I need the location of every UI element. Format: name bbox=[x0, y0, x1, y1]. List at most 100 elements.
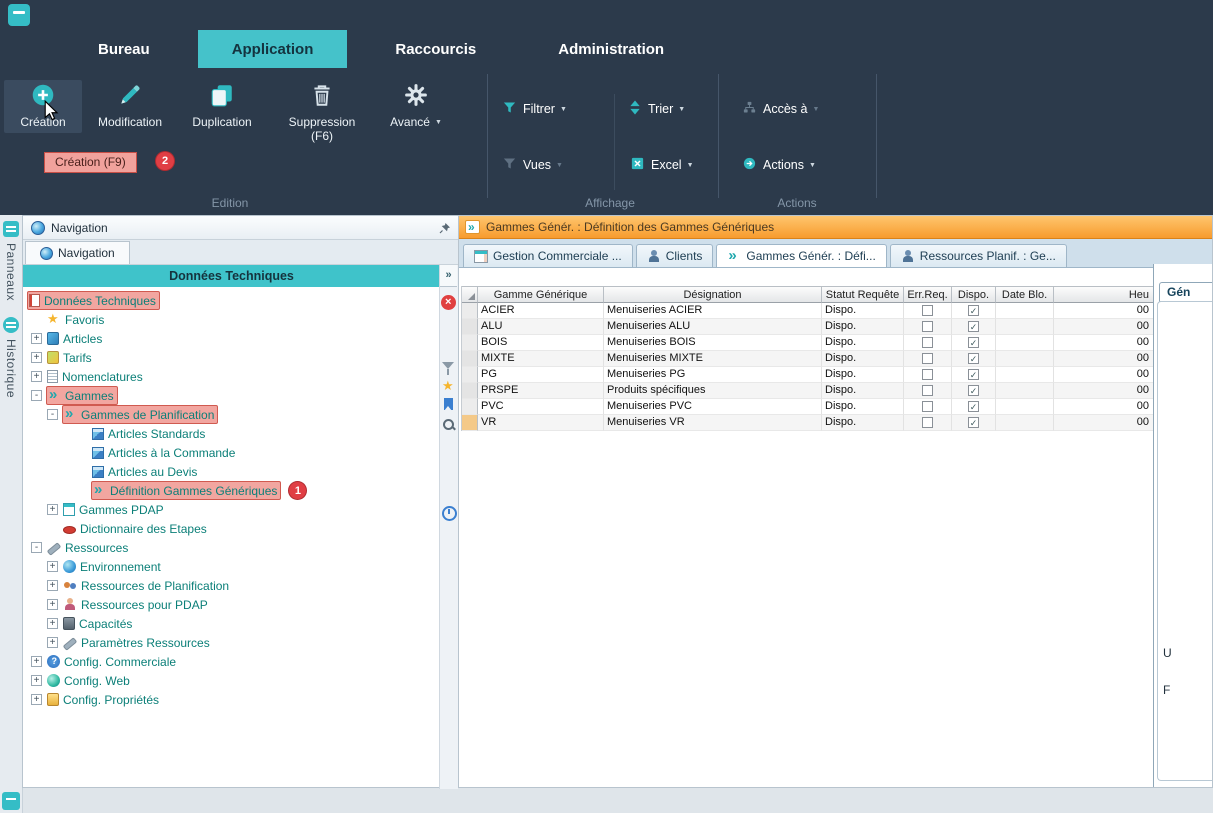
tree-item[interactable]: Dictionnaire des Etapes bbox=[23, 519, 440, 538]
tree-expander[interactable]: + bbox=[31, 694, 42, 705]
tree-expander[interactable]: + bbox=[31, 371, 42, 382]
modification-button[interactable]: Modification bbox=[86, 80, 174, 129]
document-tab[interactable]: Ressources Planif. : Ge... bbox=[890, 244, 1067, 267]
panneaux-vertical-tab[interactable]: Panneaux bbox=[0, 215, 22, 311]
table-row[interactable]: MIXTEMenuiseries MIXTEDispo.✓00 bbox=[462, 351, 1154, 367]
dispo-checkbox[interactable]: ✓ bbox=[968, 353, 979, 364]
dispo-checkbox[interactable]: ✓ bbox=[968, 337, 979, 348]
tree-item[interactable]: +Articles bbox=[23, 329, 440, 348]
tree-expander[interactable]: - bbox=[47, 409, 58, 420]
grid-header-gamme-g-n-rique[interactable]: Gamme Générique bbox=[478, 286, 604, 303]
tree-expander[interactable]: + bbox=[47, 580, 58, 591]
table-row[interactable]: BOISMenuiseries BOISDispo.✓00 bbox=[462, 335, 1154, 351]
search-icon[interactable] bbox=[441, 417, 456, 432]
tree-expander[interactable]: + bbox=[47, 618, 58, 629]
err-req-checkbox[interactable] bbox=[922, 305, 933, 316]
history-icon[interactable] bbox=[441, 505, 456, 520]
table-row[interactable]: ACIERMenuiseries ACIERDispo.✓00 bbox=[462, 303, 1154, 319]
suppression-button[interactable]: Suppression (F6) bbox=[272, 80, 372, 143]
tree-item[interactable]: Favoris bbox=[23, 310, 440, 329]
document-tab[interactable]: Gestion Commerciale ... bbox=[463, 244, 633, 267]
tree-expander[interactable]: + bbox=[47, 561, 58, 572]
collapse-chevrons-icon[interactable]: » bbox=[440, 265, 457, 287]
tree-expander[interactable]: + bbox=[47, 637, 58, 648]
dispo-checkbox[interactable]: ✓ bbox=[968, 401, 979, 412]
table-row[interactable]: PGMenuiseries PGDispo.✓00 bbox=[462, 367, 1154, 383]
table-row[interactable]: VRMenuiseries VRDispo.✓00 bbox=[462, 415, 1154, 431]
tree-item[interactable]: Données Techniques bbox=[23, 291, 440, 310]
tree-item[interactable]: Articles Standards bbox=[23, 424, 440, 443]
tree-expander[interactable]: + bbox=[31, 675, 42, 686]
ribbon-tab-administration[interactable]: Administration bbox=[524, 30, 698, 68]
err-req-checkbox[interactable] bbox=[922, 369, 933, 380]
table-row[interactable]: PVCMenuiseries PVCDispo.✓00 bbox=[462, 399, 1154, 415]
row-selector[interactable] bbox=[462, 383, 478, 399]
tree-item[interactable]: +Capacités bbox=[23, 614, 440, 633]
tree-item[interactable]: Articles au Devis bbox=[23, 462, 440, 481]
tree-expander[interactable]: - bbox=[31, 542, 42, 553]
grid-header-d-signation[interactable]: Désignation bbox=[604, 286, 822, 303]
tree-expander[interactable]: + bbox=[47, 599, 58, 610]
dispo-checkbox[interactable]: ✓ bbox=[968, 385, 979, 396]
grid-header-err-req-[interactable]: Err.Req. bbox=[904, 286, 952, 303]
dispo-checkbox[interactable]: ✓ bbox=[968, 305, 979, 316]
row-selector[interactable] bbox=[462, 303, 478, 319]
pin-icon[interactable] bbox=[439, 221, 451, 239]
dispo-checkbox[interactable]: ✓ bbox=[968, 369, 979, 380]
tree-item[interactable]: +Environnement bbox=[23, 557, 440, 576]
grid-corner-cell[interactable] bbox=[462, 286, 478, 303]
filter-icon[interactable] bbox=[441, 361, 456, 376]
dispo-checkbox[interactable]: ✓ bbox=[968, 321, 979, 332]
app-icon[interactable] bbox=[8, 4, 30, 26]
document-tab[interactable]: Gammes Génér. : Défi... bbox=[716, 244, 886, 267]
historique-vertical-tab[interactable]: Historique bbox=[0, 311, 22, 408]
avance-button[interactable]: Avancé bbox=[378, 80, 454, 130]
tree-item[interactable]: +Config. Propriétés bbox=[23, 690, 440, 709]
tree-expander[interactable]: + bbox=[31, 656, 42, 667]
excel-button[interactable]: Excel bbox=[630, 154, 694, 176]
tree-expander[interactable]: + bbox=[31, 352, 42, 363]
shortcut-icon[interactable] bbox=[441, 397, 456, 412]
tree-item[interactable]: Articles à la Commande bbox=[23, 443, 440, 462]
tree-expander[interactable]: + bbox=[31, 333, 42, 344]
row-selector[interactable] bbox=[462, 319, 478, 335]
navigation-tab[interactable]: Navigation bbox=[25, 241, 130, 264]
row-selector[interactable] bbox=[462, 415, 478, 431]
tree-item[interactable]: +Ressources pour PDAP bbox=[23, 595, 440, 614]
row-selector[interactable] bbox=[462, 351, 478, 367]
vues-button[interactable]: Vues bbox=[502, 154, 563, 176]
table-row[interactable]: ALUMenuiseries ALUDispo.✓00 bbox=[462, 319, 1154, 335]
err-req-checkbox[interactable] bbox=[922, 321, 933, 332]
ribbon-tab-application[interactable]: Application bbox=[198, 30, 348, 68]
tree-item[interactable]: +Paramètres Ressources bbox=[23, 633, 440, 652]
document-tab[interactable]: Clients bbox=[636, 244, 714, 267]
tree-item[interactable]: +Config. Commerciale bbox=[23, 652, 440, 671]
tree-item[interactable]: -Ressources bbox=[23, 538, 440, 557]
tree-item[interactable]: +Tarifs bbox=[23, 348, 440, 367]
err-req-checkbox[interactable] bbox=[922, 353, 933, 364]
err-req-checkbox[interactable] bbox=[922, 417, 933, 428]
ribbon-tab-bureau[interactable]: Bureau bbox=[64, 30, 184, 68]
err-req-checkbox[interactable] bbox=[922, 337, 933, 348]
tree-item[interactable]: +Gammes PDAP bbox=[23, 500, 440, 519]
row-selector[interactable] bbox=[462, 367, 478, 383]
table-row[interactable]: PRSPEProduits spécifiquesDispo.✓00 bbox=[462, 383, 1154, 399]
tree-item[interactable]: Définition Gammes Génériques1 bbox=[23, 481, 440, 500]
tree-expander[interactable]: - bbox=[31, 390, 42, 401]
dispo-checkbox[interactable]: ✓ bbox=[968, 417, 979, 428]
tree-item[interactable]: +Config. Web bbox=[23, 671, 440, 690]
grid-header-statut-requ-te[interactable]: Statut Requête bbox=[822, 286, 904, 303]
actions-button[interactable]: Actions bbox=[742, 154, 816, 176]
close-icon[interactable] bbox=[441, 295, 456, 310]
grid-header-date-blo-[interactable]: Date Blo. bbox=[996, 286, 1054, 303]
row-selector[interactable] bbox=[462, 335, 478, 351]
trier-button[interactable]: Trier bbox=[628, 98, 685, 120]
tree-expander[interactable]: + bbox=[47, 504, 58, 515]
acces-a-button[interactable]: Accès à bbox=[742, 98, 819, 120]
grid-header-dispo-[interactable]: Dispo. bbox=[952, 286, 996, 303]
tree-item[interactable]: +Nomenclatures bbox=[23, 367, 440, 386]
err-req-checkbox[interactable] bbox=[922, 385, 933, 396]
tree-item[interactable]: +Ressources de Planification bbox=[23, 576, 440, 595]
grid-header-heu[interactable]: Heu bbox=[1054, 286, 1154, 303]
tree-item[interactable]: -Gammes de Planification bbox=[23, 405, 440, 424]
